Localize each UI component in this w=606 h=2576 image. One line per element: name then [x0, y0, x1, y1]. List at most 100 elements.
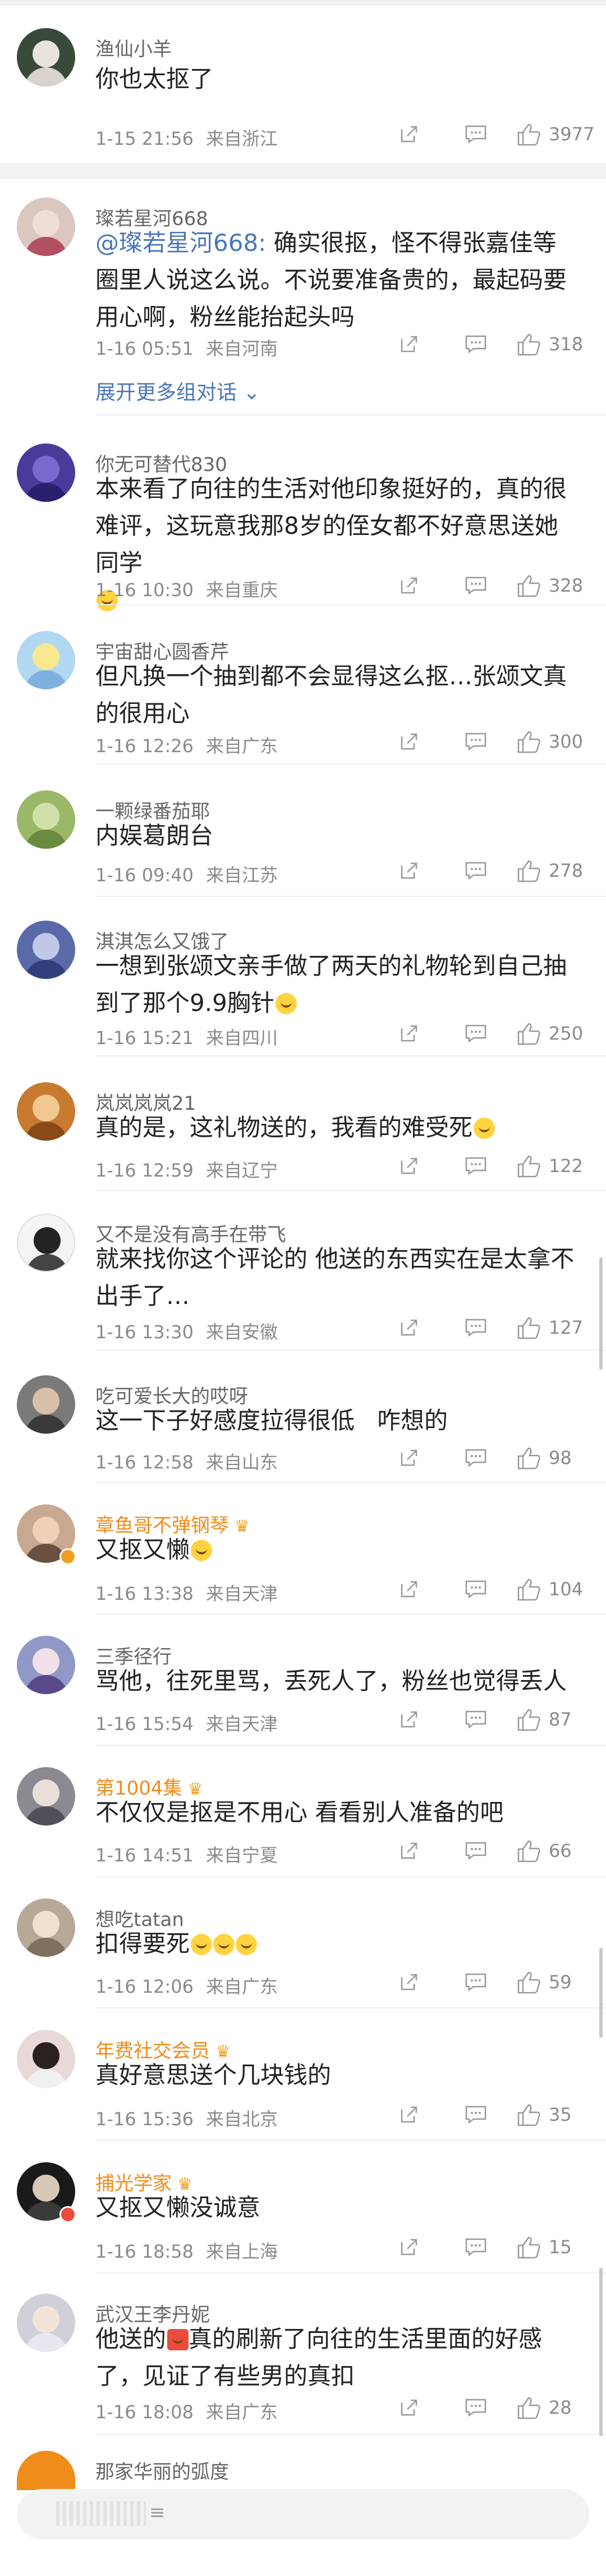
like-icon[interactable]	[516, 1970, 541, 1995]
comment-icon[interactable]	[465, 125, 487, 144]
comment-icon[interactable]	[465, 1448, 487, 1467]
share-icon[interactable]	[400, 1024, 419, 1043]
like-icon[interactable]	[516, 1839, 541, 1864]
comment-text: 一想到张颂文亲手做了两天的礼物轮到自己抽到了那个9.9胸针	[95, 948, 578, 1022]
comment-location: 来自四川	[206, 1027, 278, 1049]
avatar[interactable]	[17, 2451, 75, 2490]
comment-icon[interactable]	[465, 1710, 487, 1729]
avatar[interactable]	[17, 2030, 75, 2088]
avatar[interactable]	[17, 631, 75, 689]
share-icon[interactable]	[400, 1973, 419, 1992]
comment-item: 你无可替代830 本来看了向往的生活对他印象挺好的，真的很难评，这玩意我那8岁的…	[0, 443, 606, 611]
avatar[interactable]	[17, 1375, 75, 1434]
share-icon[interactable]	[400, 1841, 419, 1860]
avatar[interactable]	[17, 921, 75, 979]
like-icon[interactable]	[516, 1446, 541, 1471]
share-icon[interactable]	[400, 125, 419, 144]
share-icon[interactable]	[400, 576, 419, 595]
comment-actions: 328	[393, 573, 595, 601]
comment-icon[interactable]	[465, 1841, 487, 1860]
comment-item: 又不是没有高手在带飞 就来找你这个评论的 他送的东西实在是太拿不出手了… 1-1…	[0, 1214, 606, 1354]
avatar[interactable]	[17, 1082, 75, 1141]
divider	[95, 1745, 606, 1746]
scrollbar[interactable]	[599, 1948, 603, 2038]
avatar[interactable]	[17, 1898, 75, 1957]
mention-link[interactable]: @璨若星河668:	[95, 229, 266, 257]
like-icon[interactable]	[516, 1708, 541, 1732]
share-icon[interactable]	[400, 1580, 419, 1599]
comment-meta: 1-16 13:30 来自安徽	[95, 1318, 278, 1344]
username[interactable]: 那家华丽的弧度	[95, 2456, 229, 2484]
comment-time: 1-16 15:21	[95, 1027, 194, 1049]
comment-icon[interactable]	[465, 2238, 487, 2257]
share-icon[interactable]	[400, 1318, 419, 1337]
scrollbar[interactable]	[599, 1257, 603, 1370]
avatar[interactable]	[17, 198, 75, 256]
like-icon[interactable]	[516, 332, 541, 357]
comment-icon[interactable]	[465, 576, 487, 595]
comment-meta: 1-16 05:51 来自河南	[95, 335, 278, 360]
comment-item: 渔仙小羊 你也太抠了 1-15 21:56 来自浙江 3977	[0, 28, 606, 163]
divider	[95, 604, 606, 605]
comment-location: 来自天津	[206, 1583, 278, 1604]
like-icon[interactable]	[516, 859, 541, 884]
comment-icon[interactable]	[465, 2105, 487, 2124]
scrollbar[interactable]	[599, 2268, 603, 2436]
share-icon[interactable]	[400, 2398, 419, 2417]
comment-icon[interactable]	[465, 1318, 487, 1337]
like-icon[interactable]	[516, 2103, 541, 2127]
comment-icon[interactable]	[465, 1156, 487, 1175]
comment-location: 来自河南	[206, 338, 278, 359]
comment-time: 1-16 18:08	[95, 2401, 194, 2423]
username[interactable]: 渔仙小羊	[95, 34, 172, 61]
comment-time: 1-16 10:30	[95, 579, 194, 601]
like-icon[interactable]	[516, 1316, 541, 1340]
share-icon[interactable]	[400, 861, 419, 880]
like-icon[interactable]	[516, 1577, 541, 1602]
avatar[interactable]	[17, 28, 75, 86]
like-count: 98	[549, 1447, 572, 1468]
comment-icon[interactable]	[465, 1973, 487, 1992]
like-icon[interactable]	[516, 2396, 541, 2421]
comment-icon[interactable]	[465, 1580, 487, 1599]
emoji-icon	[236, 1934, 258, 1955]
avatar[interactable]	[17, 1636, 75, 1694]
avatar[interactable]	[17, 790, 75, 849]
avatar[interactable]	[17, 1214, 75, 1272]
comment-actions: 300	[393, 729, 595, 757]
comment-icon[interactable]	[465, 1024, 487, 1043]
comment-icon[interactable]	[465, 732, 487, 751]
like-icon[interactable]	[516, 122, 541, 147]
comment-icon[interactable]	[465, 335, 487, 354]
comment-item: 章鱼哥不弹钢琴 ♛ 又抠又懒 1-16 13:38 来自天津 104	[0, 1504, 606, 1617]
comment-input[interactable]: ≡	[17, 2489, 589, 2540]
section-separator	[0, 163, 606, 179]
emoji-icon	[275, 993, 297, 1014]
share-icon[interactable]	[400, 2105, 419, 2124]
like-count: 28	[549, 2397, 572, 2418]
comment-actions: 28	[393, 2395, 595, 2423]
comment-text: 就来找你这个评论的 他送的东西实在是太拿不出手了…	[95, 1245, 575, 1310]
like-count: 35	[549, 2104, 572, 2125]
avatar[interactable]	[17, 1767, 75, 1825]
comment-time: 1-16 14:51	[95, 1845, 194, 1866]
avatar[interactable]	[17, 2294, 75, 2352]
comment-icon[interactable]	[465, 2398, 487, 2417]
share-icon[interactable]	[400, 732, 419, 751]
expand-replies-link[interactable]: 展开更多组对话 ⌄	[95, 376, 260, 405]
like-icon[interactable]	[516, 1154, 541, 1179]
avatar[interactable]	[17, 443, 75, 502]
comment-location: 来自浙江	[206, 128, 278, 149]
share-icon[interactable]	[400, 1710, 419, 1729]
like-icon[interactable]	[516, 730, 541, 754]
comment-location: 来自北京	[206, 2108, 278, 2130]
like-icon[interactable]	[516, 574, 541, 598]
share-icon[interactable]	[400, 1448, 419, 1467]
like-icon[interactable]	[516, 1022, 541, 1046]
comment-icon[interactable]	[465, 861, 487, 880]
share-icon[interactable]	[400, 1156, 419, 1175]
share-icon[interactable]	[400, 335, 419, 354]
like-icon[interactable]	[516, 2235, 541, 2260]
comment-time: 1-16 12:26	[95, 735, 194, 757]
share-icon[interactable]	[400, 2238, 419, 2257]
